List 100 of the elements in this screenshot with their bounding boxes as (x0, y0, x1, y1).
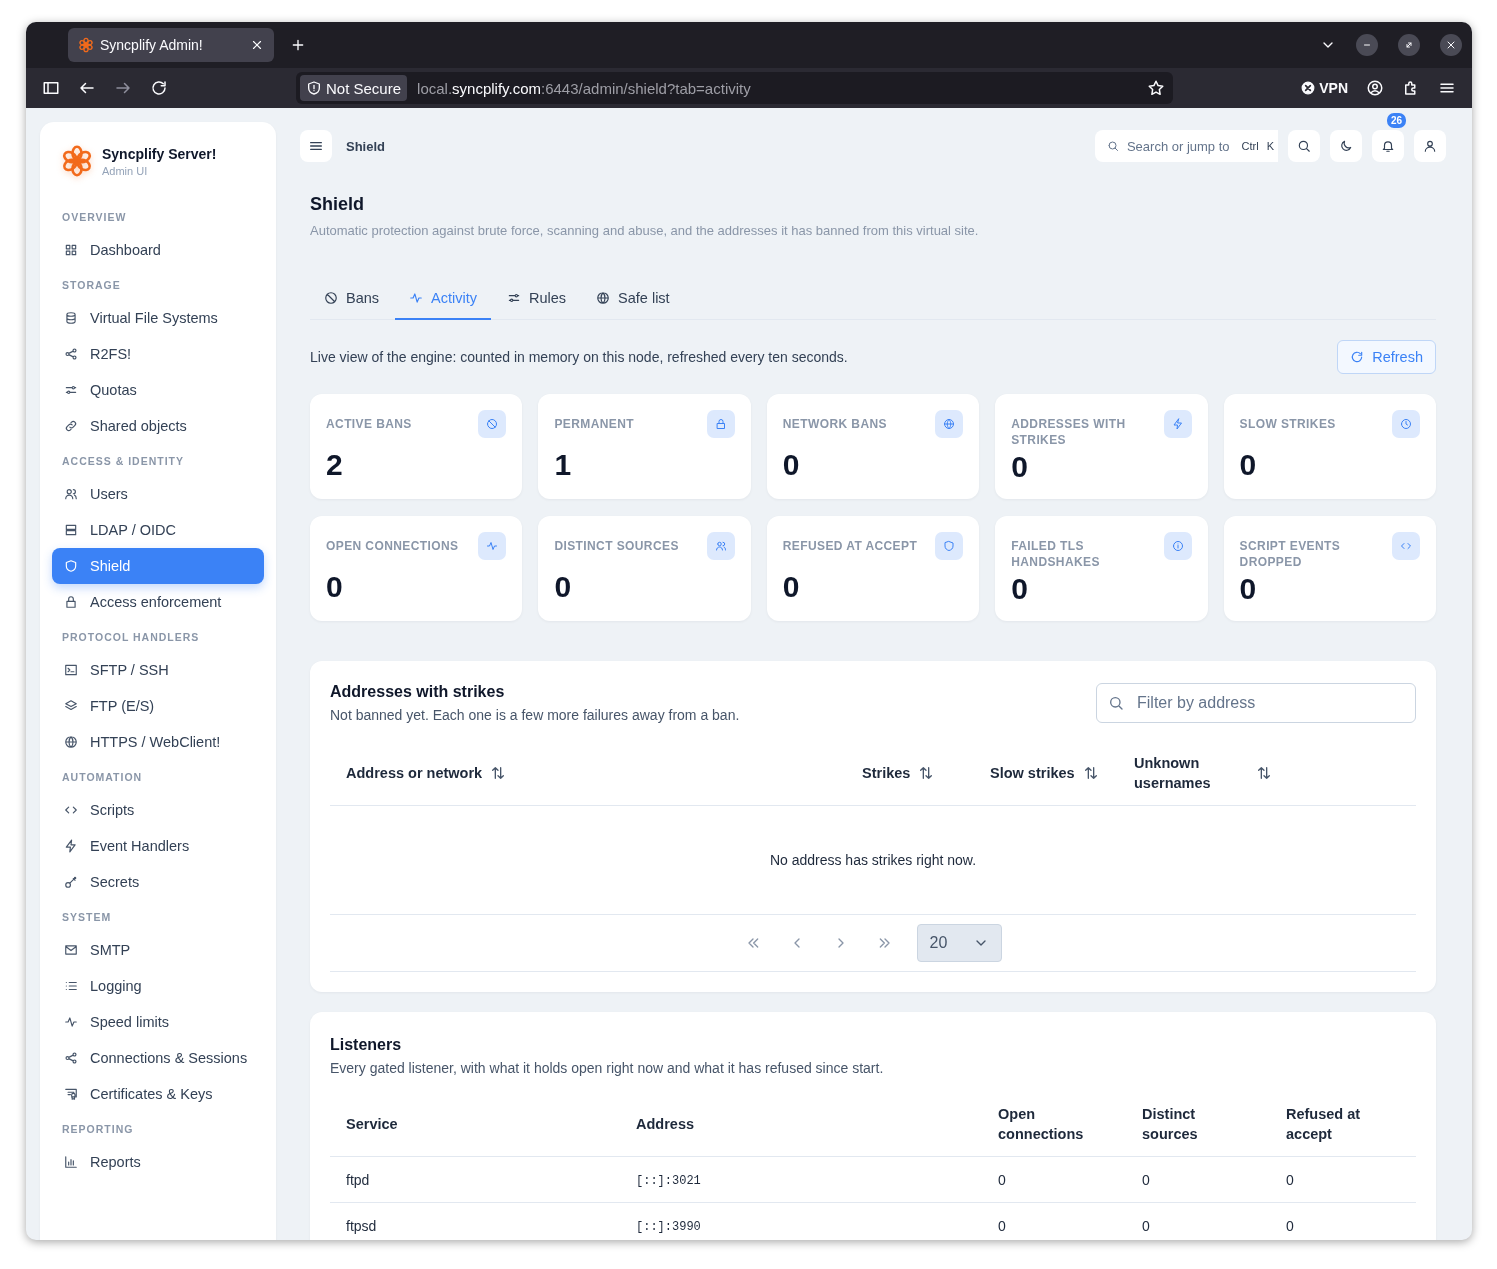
pulse-icon (64, 1015, 78, 1029)
stat-label: SCRIPT EVENTS DROPPED (1239, 538, 1342, 570)
table-cell: ftpsd (346, 1217, 377, 1234)
nav-item[interactable]: SFTP / SSH (52, 652, 264, 688)
sidebar-icon[interactable] (42, 79, 60, 97)
nav-item[interactable]: Secrets (52, 864, 264, 900)
stat-value: 0 (782, 448, 801, 482)
account-icon[interactable] (1366, 79, 1384, 97)
column-header[interactable]: Address or network (346, 763, 483, 783)
maximize-icon (1403, 39, 1415, 51)
star-icon[interactable] (1147, 79, 1166, 97)
sort-icon[interactable] (918, 765, 935, 781)
tab[interactable]: Rules (493, 278, 581, 320)
column-header[interactable]: Slow strikes (990, 763, 1075, 783)
new-tab-icon[interactable] (290, 37, 306, 53)
ban-icon (478, 410, 507, 438)
column-header[interactable]: Strikes (862, 763, 911, 783)
nav-item[interactable]: HTTPS / WebClient! (52, 724, 264, 760)
nav-item[interactable]: FTP (E/S) (52, 688, 264, 724)
globe-icon (64, 735, 78, 749)
maximize-button[interactable] (1398, 34, 1420, 56)
nav-item[interactable]: Users (52, 476, 264, 512)
address-bar[interactable]: Not Secure local.syncplify.com:6443/admin/shield?tab=activity (296, 72, 1174, 104)
nav-item[interactable]: R2FS! (52, 336, 264, 372)
table-cell: ftpd (346, 1171, 370, 1188)
minimize-button[interactable] (1356, 34, 1378, 56)
refresh-button[interactable]: Refresh (1337, 340, 1436, 374)
nav-item[interactable]: Scripts (52, 792, 264, 828)
nav-item[interactable]: SMTP (52, 932, 264, 968)
menu-button[interactable] (300, 130, 332, 162)
shield-icon (64, 559, 78, 573)
security-indicator[interactable]: Not Secure (300, 75, 408, 101)
stat-value: 0 (1011, 450, 1029, 484)
table-cell: 0 (998, 1171, 1006, 1188)
theme-button[interactable] (1330, 130, 1362, 162)
nav-item[interactable]: Shield (52, 548, 264, 584)
nav-item[interactable]: Speed limits (52, 1004, 264, 1040)
nav-item[interactable]: Logging (52, 968, 264, 1004)
share-icon (64, 347, 78, 361)
nav-item[interactable]: Virtual File Systems (52, 300, 264, 336)
bell-icon (1381, 139, 1395, 153)
table-cell: [::]:3990 (636, 1220, 701, 1234)
moon-icon (1339, 139, 1353, 153)
nav-item[interactable]: Quotas (52, 372, 264, 408)
layers-icon (64, 699, 78, 713)
flower-logo-icon (78, 37, 94, 53)
table-cell: 0 (998, 1217, 1006, 1234)
table-cell: 0 (1142, 1171, 1150, 1188)
code-icon (1392, 532, 1420, 560)
list-icon (64, 979, 78, 993)
server-icon (64, 523, 78, 537)
sort-icon[interactable] (1082, 765, 1099, 781)
nav-item[interactable]: Certificates & Keys (52, 1076, 264, 1112)
close-button[interactable] (1440, 34, 1462, 56)
panel-subtitle: Every gated listener, with what it holds open right now and what it has refused since start. (330, 1060, 885, 1076)
search-button[interactable] (1288, 130, 1320, 162)
breadcrumb: Shield (346, 138, 385, 154)
terminal-icon (64, 663, 78, 677)
tab[interactable]: Bans (310, 278, 394, 320)
profile-button[interactable] (1414, 130, 1446, 162)
sort-icon[interactable] (490, 765, 507, 781)
column-header: Service (346, 1115, 398, 1134)
search-button[interactable]: Search or jump to (1094, 130, 1238, 162)
column-header: Distinct sources (1142, 1105, 1199, 1144)
close-icon[interactable] (250, 38, 264, 52)
page-size-select[interactable]: 20 (916, 924, 1002, 962)
tab[interactable]: Safe list (582, 278, 684, 320)
nav-item[interactable]: Event Handlers (52, 828, 264, 864)
shortcut-key: Ctrl (1237, 130, 1263, 162)
page-description: Automatic protection against brute force, scanning and abuse, and the addresses it has banned from this virtual site. (310, 223, 980, 238)
notifications-button[interactable] (1372, 130, 1404, 162)
globe-icon (596, 291, 611, 305)
shield-icon (935, 532, 964, 560)
table-cell: 0 (1286, 1217, 1294, 1234)
section-heading: OVERVIEW (61, 210, 128, 225)
filter-field[interactable]: Filter by address (1096, 683, 1416, 723)
stat-value: 0 (554, 570, 573, 604)
section-heading: REPORTING (61, 1122, 135, 1137)
browser-tab[interactable]: Syncplify Admin! (68, 28, 274, 62)
brand-name: Syncplify Server! (102, 145, 217, 162)
lock-icon (64, 595, 78, 609)
column-header[interactable]: Unknown usernames (1134, 753, 1224, 793)
vpn-button[interactable]: VPN (1301, 80, 1348, 96)
nav-item[interactable]: Connections & Sessions (52, 1040, 264, 1076)
database-icon (64, 311, 78, 325)
stat-value: 0 (326, 570, 344, 604)
column-header: Address (636, 1115, 695, 1134)
nav-item[interactable]: Access enforcement (52, 584, 264, 620)
nav-item[interactable]: Dashboard (52, 232, 264, 268)
nav-item[interactable]: LDAP / OIDC (52, 512, 264, 548)
sort-icon[interactable] (1256, 765, 1272, 781)
search-icon (1297, 139, 1311, 153)
url-text: local.syncplify.com:6443/admin/shield?tab=activity (417, 79, 751, 97)
section-heading: ACCESS & IDENTITY (61, 454, 185, 469)
nav-item[interactable]: Shared objects (52, 408, 264, 444)
nav-item[interactable]: Reports (52, 1144, 264, 1180)
stat-value: 0 (1239, 448, 1258, 482)
stat-label: REFUSED AT ACCEPT (782, 538, 918, 554)
search-icon (1108, 695, 1124, 711)
reload-icon[interactable] (150, 79, 168, 97)
